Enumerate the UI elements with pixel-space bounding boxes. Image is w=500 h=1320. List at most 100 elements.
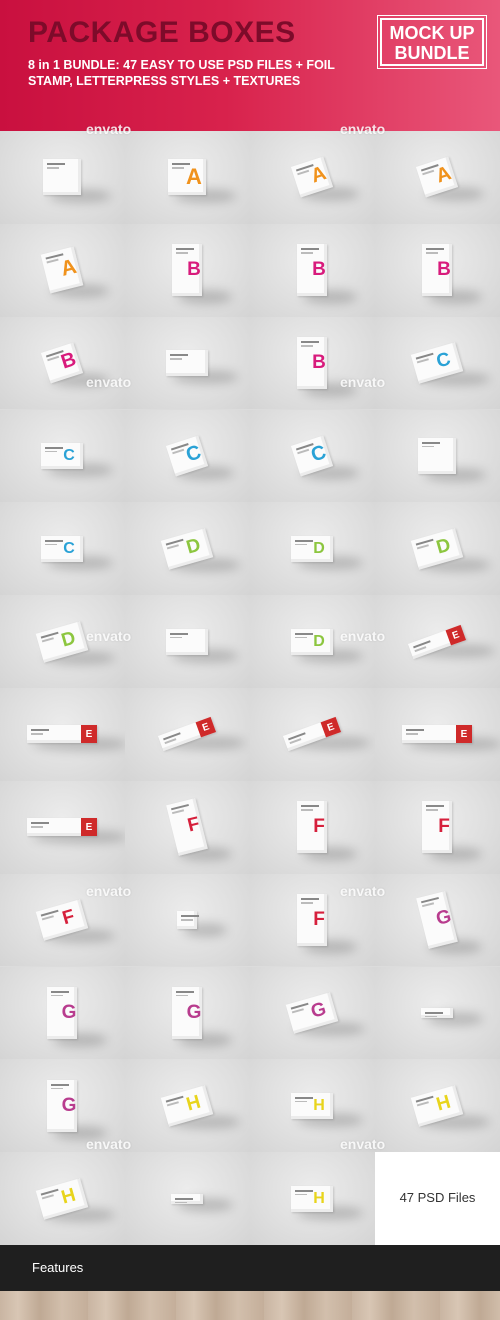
box-letter: H: [434, 1091, 454, 1116]
box-label-line: [295, 1193, 307, 1196]
mockup-preview-tile: E: [0, 688, 125, 781]
mockup-preview-tile: H: [0, 1152, 125, 1245]
box-letter: D: [434, 534, 454, 559]
box-letter: G: [61, 1094, 77, 1116]
box-letter: C: [63, 446, 75, 464]
package-box-mockup: A: [168, 159, 206, 196]
package-box-mockup: B: [172, 244, 202, 297]
box-label-line: [422, 170, 435, 176]
mockup-preview-tile: [125, 1152, 250, 1245]
box-label-line: [301, 902, 313, 904]
mockup-preview-tile: A: [125, 131, 250, 224]
box-letter: B: [187, 259, 201, 281]
mockup-preview-tile: [375, 409, 500, 503]
box-label-line: [426, 809, 438, 811]
wood-floor-decoration: [0, 1291, 500, 1320]
mockup-preview-tile: H: [375, 1059, 500, 1153]
box-letter: F: [60, 905, 78, 930]
box-label-line: [406, 733, 418, 735]
mockup-preview-tile: F: [125, 780, 250, 874]
package-box-mockup: C: [41, 535, 83, 562]
header-banner: PACKAGE BOXES 8 in 1 BUNDLE: 47 EASY TO …: [0, 0, 500, 131]
package-box-mockup: [166, 628, 208, 655]
mockup-preview-tile: H: [250, 1152, 375, 1245]
mockup-preview-tile: A: [0, 223, 125, 317]
package-box-mockup: E: [27, 818, 97, 837]
package-box-mockup: E: [27, 725, 97, 744]
box-label-line: [301, 248, 319, 251]
box-label-line: [295, 636, 307, 639]
box-label-line: [31, 826, 43, 828]
badge-line-2: BUNDLE: [394, 43, 470, 63]
box-label-line: [172, 167, 184, 169]
box-label-line: [51, 994, 63, 997]
box-letter: G: [61, 1001, 77, 1023]
mockup-preview-tile: D: [125, 502, 250, 596]
mockup-preview-tile: E: [375, 688, 500, 781]
mockup-preview-tile: F: [250, 780, 375, 874]
box-label-line: [176, 990, 194, 993]
mockup-preview-tile: F: [375, 780, 500, 874]
mockup-preview-tile: [125, 316, 250, 410]
box-letter: F: [438, 816, 450, 838]
envato-watermark: envato: [340, 1136, 386, 1152]
box-label-line: [31, 733, 43, 735]
mockup-preview-tile: B: [375, 223, 500, 317]
badge-line-1: MOCK UP: [389, 23, 475, 43]
box-letter: D: [313, 632, 325, 650]
package-box-mockup: G: [47, 986, 77, 1039]
mockup-preview-tile: H: [125, 1059, 250, 1153]
box-label-line: [181, 915, 199, 918]
package-box-mockup: [43, 159, 81, 196]
box-letter: D: [184, 534, 204, 559]
box-letter: F: [313, 909, 325, 931]
box-letter: A: [58, 255, 79, 282]
box-letter: C: [434, 348, 454, 373]
box-letter: D: [313, 539, 325, 557]
mockup-preview-tile: D: [375, 502, 500, 596]
box-label-line: [175, 1197, 193, 1200]
package-box-mockup: C: [41, 442, 83, 469]
package-box-mockup: [421, 1007, 453, 1018]
envato-watermark: envato: [86, 121, 132, 137]
box-label-line: [51, 1083, 69, 1086]
package-box-mockup: H: [291, 1092, 333, 1119]
mockup-preview-tile: A: [375, 131, 500, 224]
box-label-line: [301, 341, 319, 344]
mockup-preview-tile: G: [250, 966, 375, 1060]
box-letter: D: [59, 627, 79, 652]
package-box-mockup: [166, 350, 208, 377]
box-label-line: [422, 441, 440, 444]
box-label-line: [425, 1015, 437, 1018]
box-label-line: [31, 822, 49, 825]
envato-watermark: envato: [86, 374, 132, 390]
box-label-line: [295, 632, 313, 635]
mockup-preview-tile: B: [125, 223, 250, 317]
package-box-mockup: B: [422, 244, 452, 297]
box-label-line: [170, 632, 188, 635]
package-box-mockup: G: [47, 1079, 77, 1132]
mockup-preview-tile: C: [125, 409, 250, 503]
box-label-line: [425, 1011, 443, 1014]
mockup-preview-grid: AAAABBBBBCCCCCDDDDDEEEEEEFFFFFGGGGGHHHHH…: [0, 121, 500, 1245]
package-box-mockup: G: [416, 891, 458, 949]
box-label-line: [176, 248, 194, 251]
package-box-mockup: F: [166, 798, 208, 857]
box-letter: G: [186, 1001, 202, 1023]
package-box-mockup: E: [402, 725, 472, 744]
package-box-mockup: [171, 1193, 203, 1204]
mockup-preview-tile: [375, 966, 500, 1060]
page-title: PACKAGE BOXES: [28, 16, 296, 49]
box-letter: E: [445, 624, 467, 645]
mockup-preview-tile: A: [250, 131, 375, 224]
mockup-preview-tile: B: [0, 316, 125, 410]
bundle-subtitle: 8 in 1 BUNDLE: 47 EASY TO USE PSD FILES …: [28, 58, 335, 88]
mockup-preview-tile: G: [375, 873, 500, 967]
box-label-line: [295, 1096, 313, 1099]
box-letter: E: [81, 725, 97, 744]
box-label-line: [47, 163, 65, 166]
mockup-preview-tile: B: [250, 316, 375, 410]
box-letter: H: [313, 1096, 325, 1114]
box-label-line: [297, 170, 310, 176]
box-label-line: [45, 446, 63, 449]
